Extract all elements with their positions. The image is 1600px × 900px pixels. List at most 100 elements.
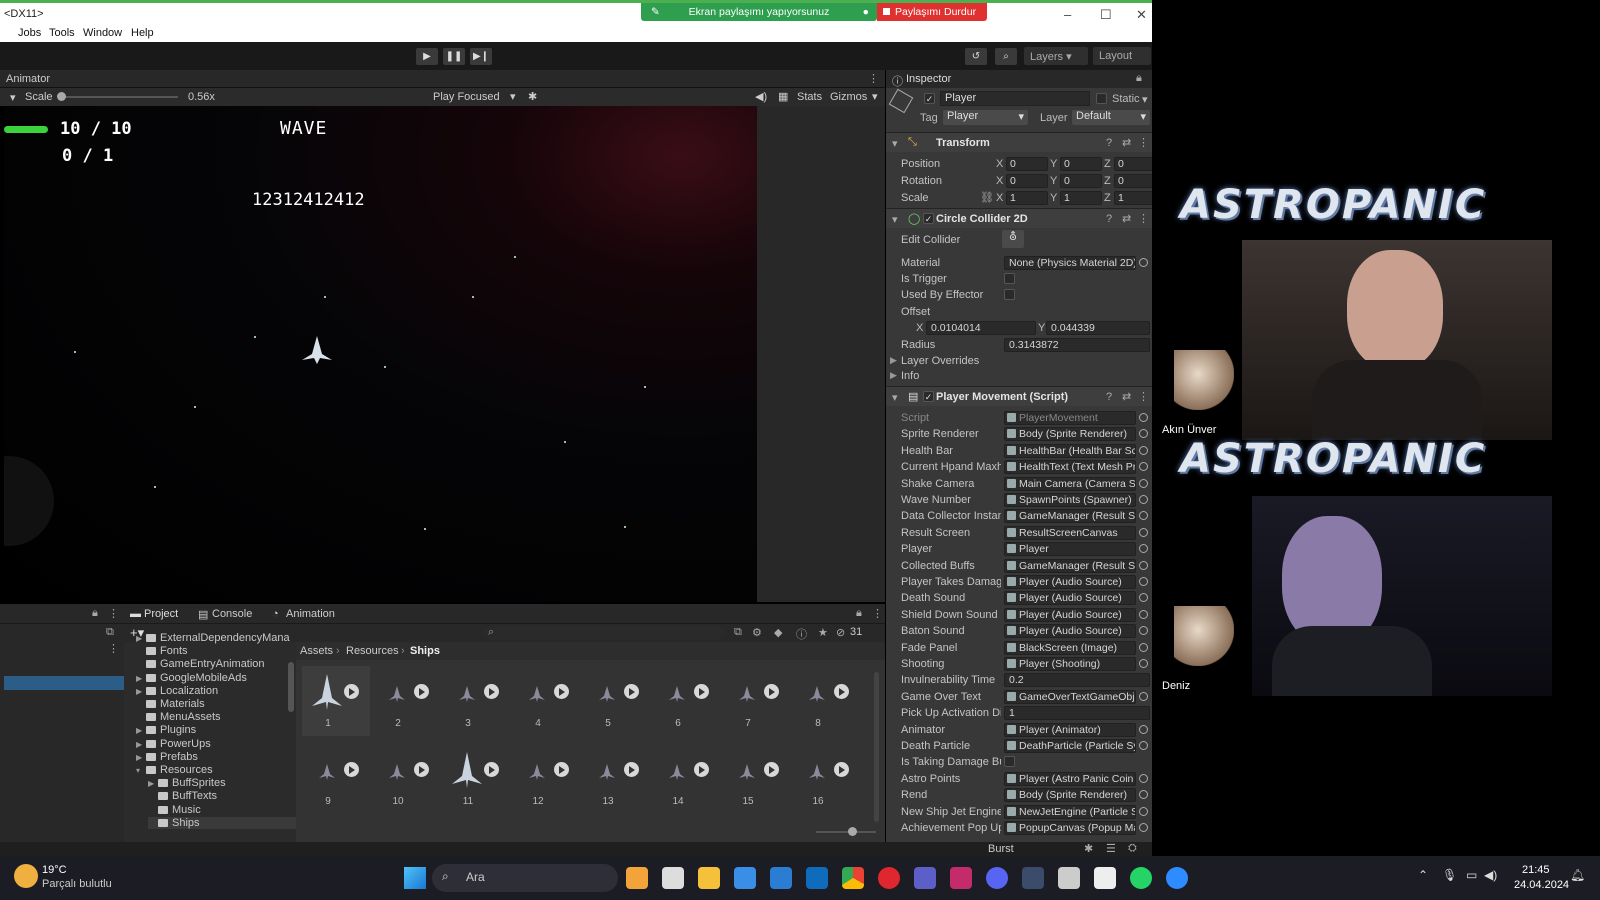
object-picker-icon[interactable] (1139, 659, 1148, 668)
notification-bell-icon[interactable]: 🔔︎ (1570, 868, 1585, 882)
edit-collider-button[interactable]: ⛢ (1002, 230, 1024, 248)
y-field[interactable]: 0 (1060, 174, 1102, 188)
more-options-icon[interactable]: ⋮ (868, 72, 879, 85)
layout-dropdown[interactable]: Layout (1093, 47, 1151, 65)
foldout-arrow-icon[interactable]: ▶ (148, 779, 158, 788)
layer-overrides-row[interactable]: ▶ Layer Overrides (886, 353, 1152, 369)
script-field-reference[interactable]: Player (Astro Panic Coin C (1004, 771, 1136, 786)
folder-gameentryanimation[interactable]: GameEntryAnimation (136, 658, 265, 670)
script-field-reference[interactable]: Player (Audio Source) (1004, 624, 1136, 639)
script-field-reference[interactable]: SpawnPoints (Spawner) (1004, 493, 1136, 507)
menu-tools[interactable]: Tools (49, 27, 75, 39)
maximize-icon[interactable]: ☐ (1100, 7, 1112, 23)
play-preview-icon[interactable] (764, 762, 779, 777)
script-field-reference[interactable]: Main Camera (Camera Sh (1004, 476, 1136, 491)
step-button[interactable]: ▶❙ (470, 48, 492, 65)
play-preview-icon[interactable] (554, 762, 569, 777)
folder-materials[interactable]: Materials (136, 698, 205, 710)
ship-asset-15[interactable]: 15 (722, 744, 790, 814)
task-view-icon[interactable] (662, 867, 684, 889)
foldout-arrow-icon[interactable]: ▶ (890, 370, 897, 381)
play-preview-icon[interactable] (484, 762, 499, 777)
menu-window[interactable]: Window (83, 27, 122, 39)
tab-inspector[interactable]: Inspector (906, 73, 951, 85)
play-preview-icon[interactable] (764, 684, 779, 699)
ship-asset-11[interactable]: 11 (442, 744, 510, 814)
play-preview-icon[interactable] (414, 762, 429, 777)
folder-music[interactable]: Music (148, 804, 201, 816)
foldout-arrow-icon[interactable]: ▶ (136, 740, 146, 749)
script-field-reference[interactable]: GameOverTextGameObje (1004, 689, 1136, 704)
script-field-reference[interactable]: BlackScreen (Image) (1004, 640, 1136, 655)
unity-hub-icon[interactable] (1058, 867, 1080, 889)
ship-asset-12[interactable]: 12 (512, 744, 580, 814)
history-icon[interactable]: ↺ (965, 48, 987, 65)
tab-animation[interactable]: Animation (286, 608, 335, 620)
x-field[interactable]: 0 (1006, 174, 1048, 188)
more-options-icon[interactable]: ⋮ (872, 607, 883, 620)
ship-asset-7[interactable]: 7 (722, 666, 790, 736)
folder-bufftexts[interactable]: BuffTexts (148, 790, 217, 802)
breadcrumb-assets[interactable]: Assets (300, 645, 333, 657)
stop-sharing-button[interactable]: Paylaşımı Durdur (877, 3, 987, 21)
play-preview-icon[interactable] (624, 684, 639, 699)
game-view[interactable]: 10 / 10 0 / 1 WAVE 12312412412 (4, 106, 757, 602)
debug-icon[interactable]: ✱ (1084, 842, 1093, 855)
folder-menuassets[interactable]: MenuAssets (136, 711, 221, 723)
breadcrumb-ships[interactable]: Ships (410, 645, 440, 657)
audio-icon[interactable]: ◀) (755, 90, 767, 103)
todo-icon[interactable] (770, 867, 792, 889)
object-picker-icon[interactable] (1139, 642, 1148, 652)
object-picker-icon[interactable] (1139, 577, 1148, 586)
windows-start-icon[interactable] (404, 867, 426, 889)
circle-collider-header[interactable]: ▾ ◯ ✓ Circle Collider 2D ? ⇄ ⋮ (886, 208, 1152, 228)
link-icon[interactable]: ⛓ (980, 191, 994, 204)
static-checkbox[interactable] (1096, 93, 1107, 104)
clock-date[interactable]: 24.04.2024 (1514, 879, 1569, 891)
script-field-number[interactable]: 1 (1004, 706, 1150, 721)
material-field[interactable]: None (Physics Material 2D) (1004, 256, 1136, 270)
z-field[interactable]: 1 (1114, 191, 1152, 205)
object-picker-icon[interactable] (1139, 495, 1148, 504)
script-field-reference[interactable]: HealthText (Text Mesh Pr (1004, 460, 1136, 475)
chevron-down-icon[interactable]: ▾ (872, 90, 878, 103)
script-field-reference[interactable]: DeathParticle (Particle Sy (1004, 739, 1136, 753)
offset-y-field[interactable]: 0.044339 (1046, 321, 1150, 335)
thumbnail-size-slider[interactable] (816, 831, 876, 833)
foldout-arrow-icon[interactable]: ▾ (892, 391, 898, 404)
object-picker-icon[interactable] (1139, 445, 1148, 455)
object-picker-icon[interactable] (1139, 724, 1148, 734)
offset-x-field[interactable]: 0.0104014 (926, 321, 1036, 335)
object-picker-icon[interactable] (1139, 527, 1148, 537)
object-picker-icon[interactable] (1139, 462, 1148, 472)
tab-project[interactable]: Project (144, 608, 178, 620)
ship-asset-2[interactable]: 2 (372, 666, 440, 736)
object-picker-icon[interactable] (1139, 429, 1148, 439)
tab-animator[interactable]: Animator (6, 73, 50, 85)
weather-icon[interactable] (14, 864, 38, 888)
y-field[interactable]: 0 (1060, 157, 1102, 171)
folder-buffsprites[interactable]: ▶ BuffSprites (148, 777, 226, 789)
search-icon[interactable]: ⌕ (995, 48, 1017, 65)
gizmos-button[interactable]: Gizmos (830, 91, 867, 103)
selected-hierarchy-item[interactable] (4, 676, 124, 690)
ship-asset-4[interactable]: 4 (512, 666, 580, 736)
object-picker-icon[interactable] (1139, 593, 1148, 603)
ship-asset-9[interactable]: 9 (302, 744, 370, 814)
active-checkbox[interactable]: ✓ (924, 93, 935, 104)
tag-dropdown[interactable]: Player ▾ (943, 110, 1028, 125)
close-icon[interactable]: ✕ (1136, 7, 1147, 23)
filter-type-icon[interactable]: ⧉ (734, 626, 742, 639)
store-icon[interactable] (734, 867, 756, 889)
script-field-reference[interactable]: GameManager (Result Sc (1004, 558, 1136, 573)
script-field-checkbox[interactable] (1004, 756, 1015, 768)
chrome-icon[interactable] (842, 867, 864, 889)
chevron-down-icon[interactable]: ▾ (10, 91, 16, 104)
more-options-icon[interactable]: ⋮ (108, 642, 119, 655)
z-field[interactable]: 0 (1114, 157, 1152, 171)
ship-asset-14[interactable]: 14 (652, 744, 720, 814)
menu-help[interactable]: Help (131, 27, 154, 39)
object-picker-icon[interactable] (1139, 544, 1148, 554)
opera-icon[interactable] (878, 867, 900, 889)
foldout-arrow-icon[interactable]: ▶ (136, 687, 146, 696)
